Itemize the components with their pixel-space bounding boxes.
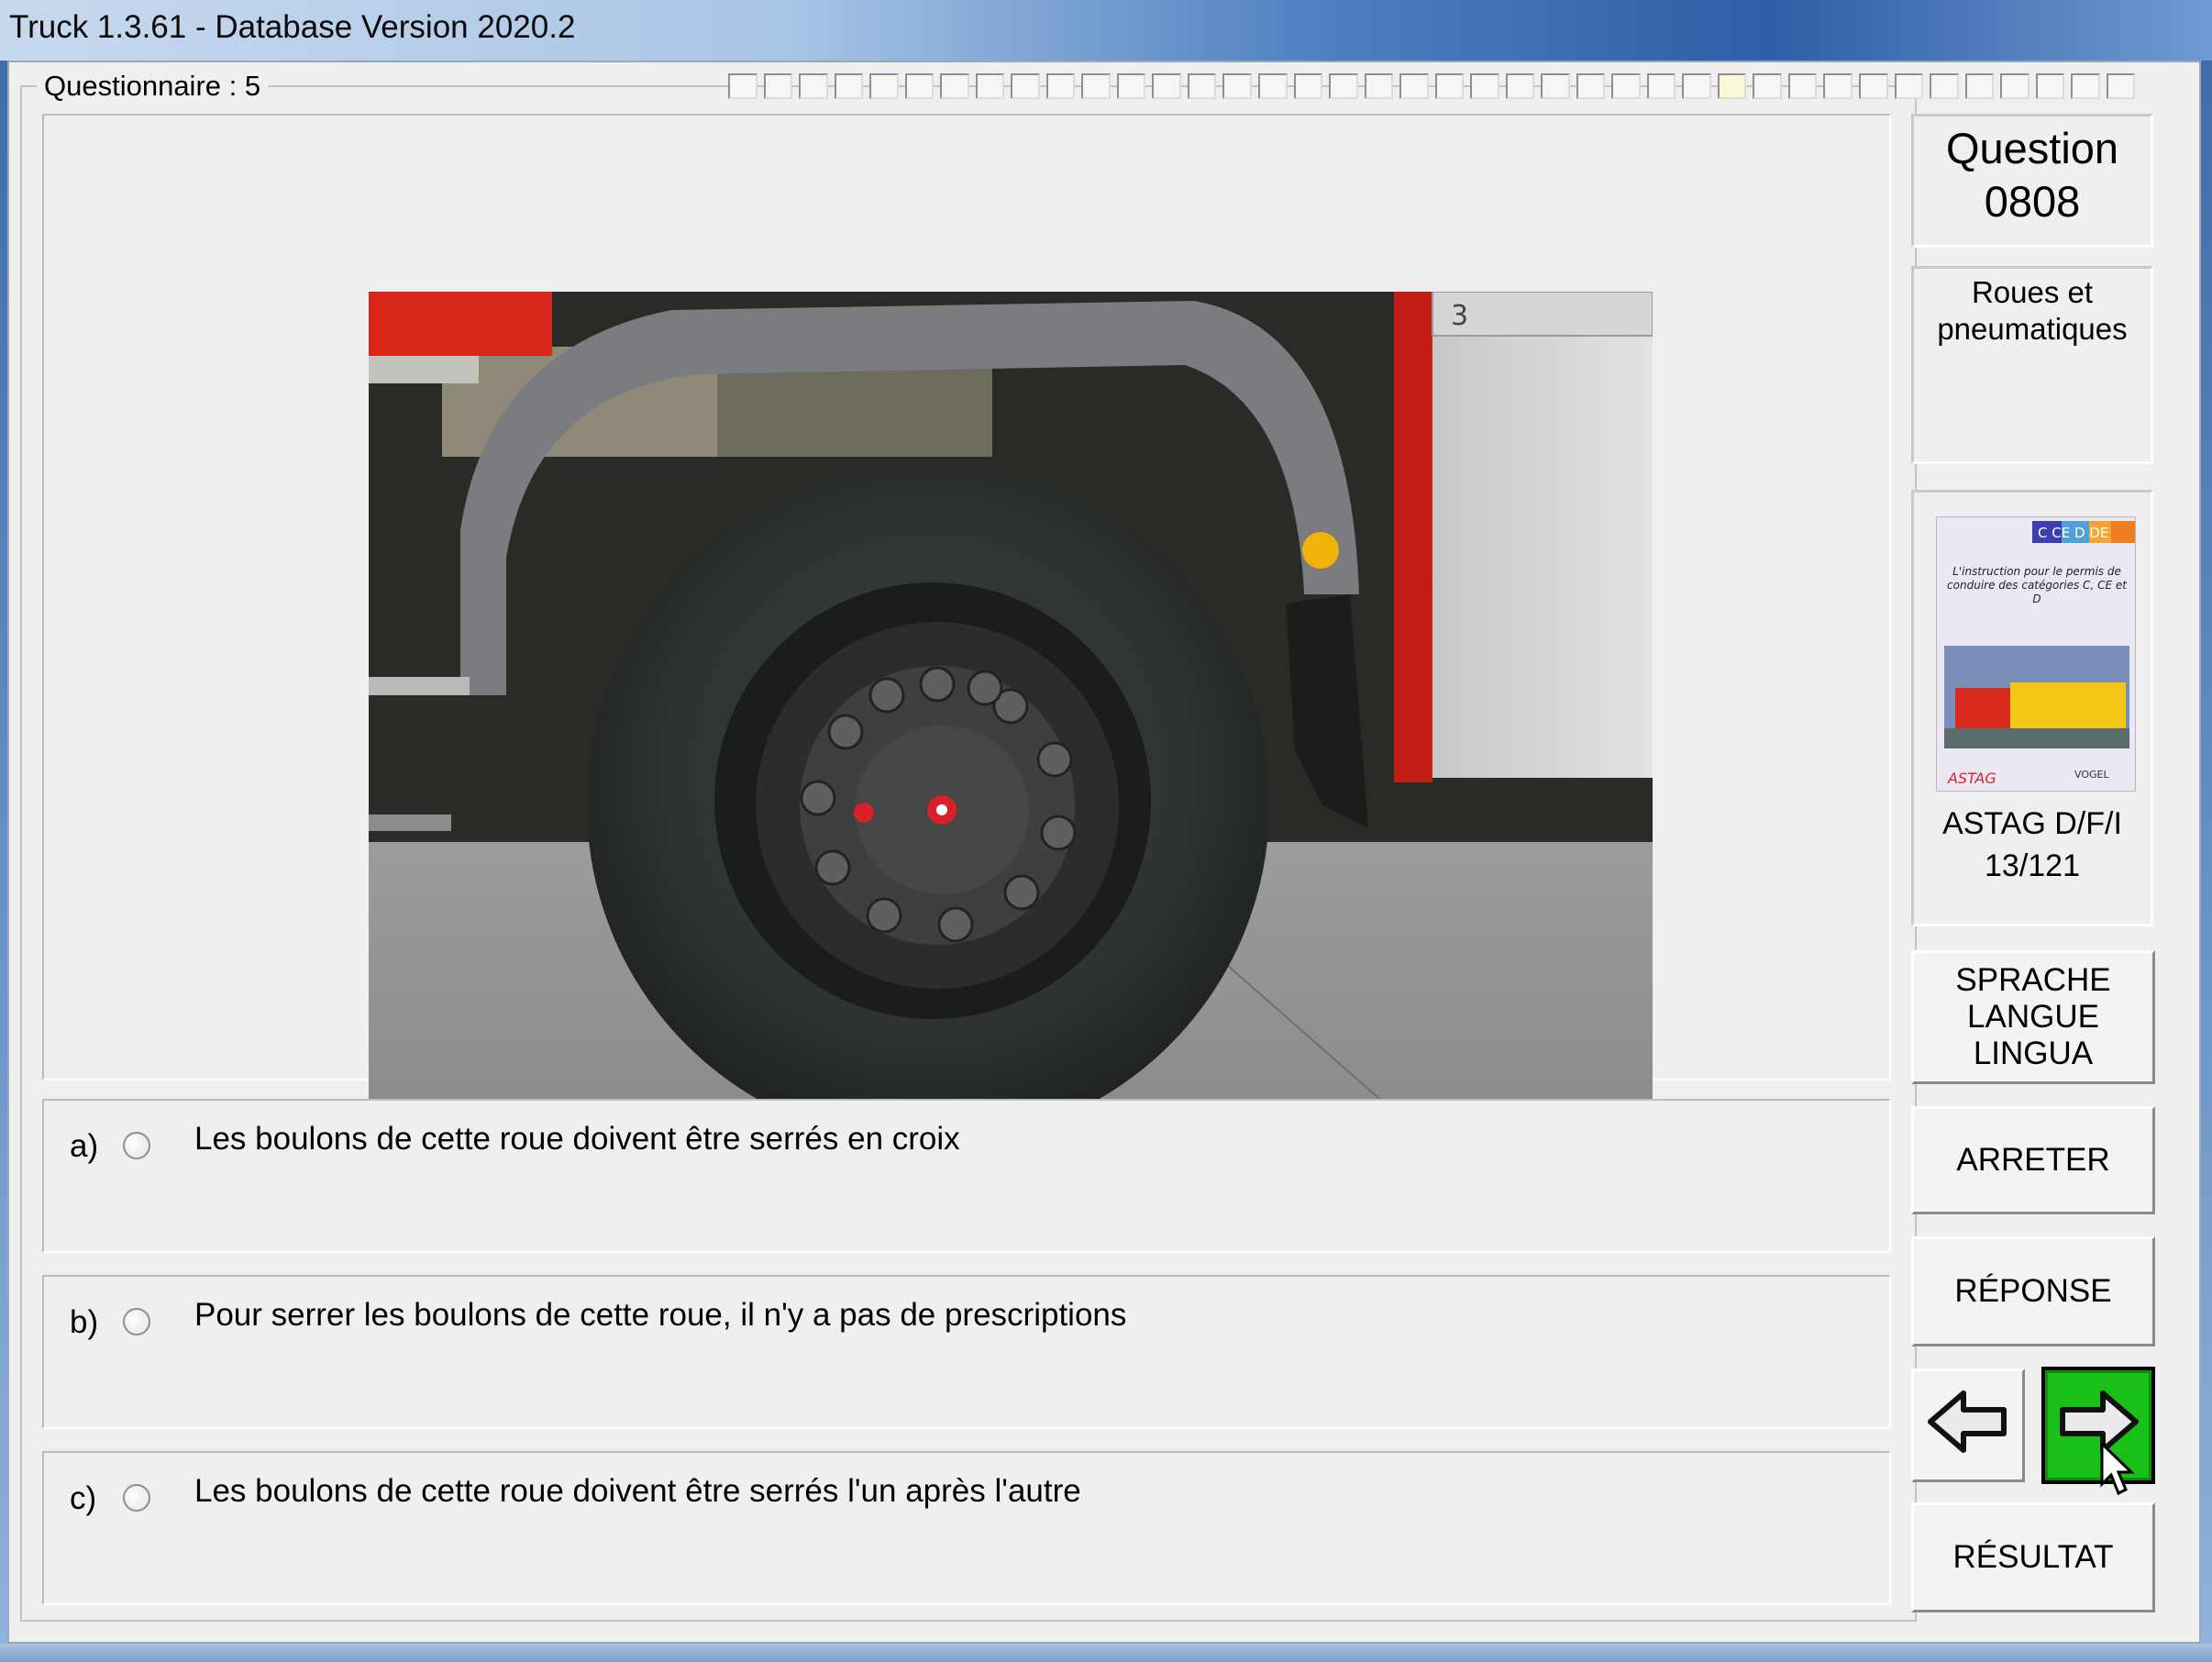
answer-text: Pour serrer les boulons de cette roue, i… <box>194 1297 1127 1333</box>
progress-cell <box>1823 73 1853 99</box>
book-title: L'instruction pour le permis de conduire… <box>1947 565 2127 605</box>
progress-cell <box>1541 73 1570 99</box>
progress-cell <box>1187 73 1217 99</box>
question-image-panel: 3 <box>42 114 1891 1137</box>
answer-radio-c[interactable] <box>123 1484 150 1512</box>
progress-cell <box>940 73 969 99</box>
book-tag: C CE D DE <box>2038 525 2108 541</box>
answer-option-c[interactable]: c) Les boulons de cette roue doivent êtr… <box>42 1451 1891 1605</box>
progress-cell <box>1257 73 1288 99</box>
question-topic-box: Roues et pneumatiques <box>1911 266 2153 464</box>
next-question-button[interactable] <box>2041 1367 2155 1484</box>
truck-wheel-photo: 3 <box>369 292 1653 1137</box>
progress-cell <box>1787 73 1818 99</box>
progress-cell <box>975 73 1005 99</box>
stop-button[interactable]: ARRETER <box>1911 1106 2155 1214</box>
show-answer-button[interactable]: RÉPONSE <box>1911 1236 2155 1346</box>
reference-caption: ASTAG D/F/I 13/121 <box>1914 803 2151 887</box>
progress-cell <box>1293 73 1323 99</box>
answer-radio-a[interactable] <box>123 1132 150 1159</box>
progress-cell <box>1329 73 1358 99</box>
progress-cell <box>799 73 828 99</box>
question-number-box: Question 0808 <box>1911 114 2153 248</box>
mouse-cursor-icon <box>2100 1440 2137 1497</box>
language-label-it: LINGUA <box>1973 1036 2094 1071</box>
language-label-fr: LANGUE <box>1967 999 2099 1035</box>
questionnaire-label: Questionnaire : 5 <box>37 70 269 103</box>
progress-cell <box>1364 73 1394 99</box>
progress-cell <box>1859 73 1888 99</box>
previous-question-button[interactable] <box>1911 1368 2025 1482</box>
progress-cell <box>1505 73 1535 99</box>
progress-cell <box>834 73 864 99</box>
progress-cell <box>2106 73 2136 99</box>
window-title: Truck 1.3.61 - Database Version 2020.2 <box>9 9 576 45</box>
reference-page: 13/121 <box>1985 848 2080 883</box>
publisher-left: ASTAG <box>1947 770 1996 787</box>
reference-box: C CE D DE L'instruction pour le permis d… <box>1911 490 2153 926</box>
progress-cell <box>763 73 793 99</box>
topic-line-2: pneumatiques <box>1937 312 2128 346</box>
progress-cell <box>1753 73 1782 99</box>
progress-cell <box>2071 73 2100 99</box>
progress-cell <box>2000 73 2030 99</box>
question-number: 0808 <box>1984 177 2081 226</box>
reference-book-cover: C CE D DE L'instruction pour le permis d… <box>1936 516 2136 792</box>
answer-radio-b[interactable] <box>123 1308 150 1335</box>
progress-cell <box>1081 73 1111 99</box>
answer-letter: c) <box>70 1480 97 1516</box>
panel-number: 3 <box>1451 300 1468 332</box>
progress-cell <box>904 73 935 99</box>
progress-cell <box>1646 73 1676 99</box>
progress-cell <box>1894 73 1924 99</box>
title-bar[interactable]: Truck 1.3.61 - Database Version 2020.2 <box>0 0 2212 61</box>
language-label-de: SPRACHE <box>1955 962 2111 998</box>
progress-cell <box>1045 73 1076 99</box>
progress-cell <box>1930 73 1959 99</box>
progress-cell <box>1152 73 1181 99</box>
language-button[interactable]: SPRACHE LANGUE LINGUA <box>1911 950 2155 1084</box>
topic-line-1: Roues et <box>1971 275 2094 309</box>
progress-cell <box>1964 73 1995 99</box>
answer-option-a[interactable]: a) Les boulons de cette roue doivent êtr… <box>42 1099 1891 1253</box>
progress-cell <box>1611 73 1641 99</box>
progress-cell <box>1116 73 1146 99</box>
progress-cell <box>1434 73 1465 99</box>
progress-cell <box>1717 73 1747 99</box>
progress-cell <box>1222 73 1252 99</box>
progress-cell <box>1576 73 1606 99</box>
progress-cell <box>1011 73 1040 99</box>
publisher-right: VOGEL <box>2074 769 2109 781</box>
progress-cell <box>869 73 899 99</box>
question-progress-bar <box>728 73 2136 101</box>
progress-cell <box>1682 73 1711 99</box>
answer-option-b[interactable]: b) Pour serrer les boulons de cette roue… <box>42 1275 1891 1429</box>
window-bottom-border <box>0 1644 2212 1662</box>
answer-letter: b) <box>70 1304 99 1340</box>
answer-letter: a) <box>70 1128 99 1164</box>
progress-cell <box>728 73 758 99</box>
progress-cell <box>2035 73 2065 99</box>
arrow-left-icon <box>1927 1388 2009 1464</box>
progress-cell <box>1470 73 1499 99</box>
result-button[interactable]: RÉSULTAT <box>1911 1502 2155 1612</box>
question-title: Question <box>1945 124 2119 172</box>
progress-cell <box>1399 73 1429 99</box>
reference-source: ASTAG D/F/I <box>1942 806 2122 841</box>
answer-text: Les boulons de cette roue doivent être s… <box>194 1121 960 1157</box>
answer-text: Les boulons de cette roue doivent être s… <box>194 1473 1081 1509</box>
